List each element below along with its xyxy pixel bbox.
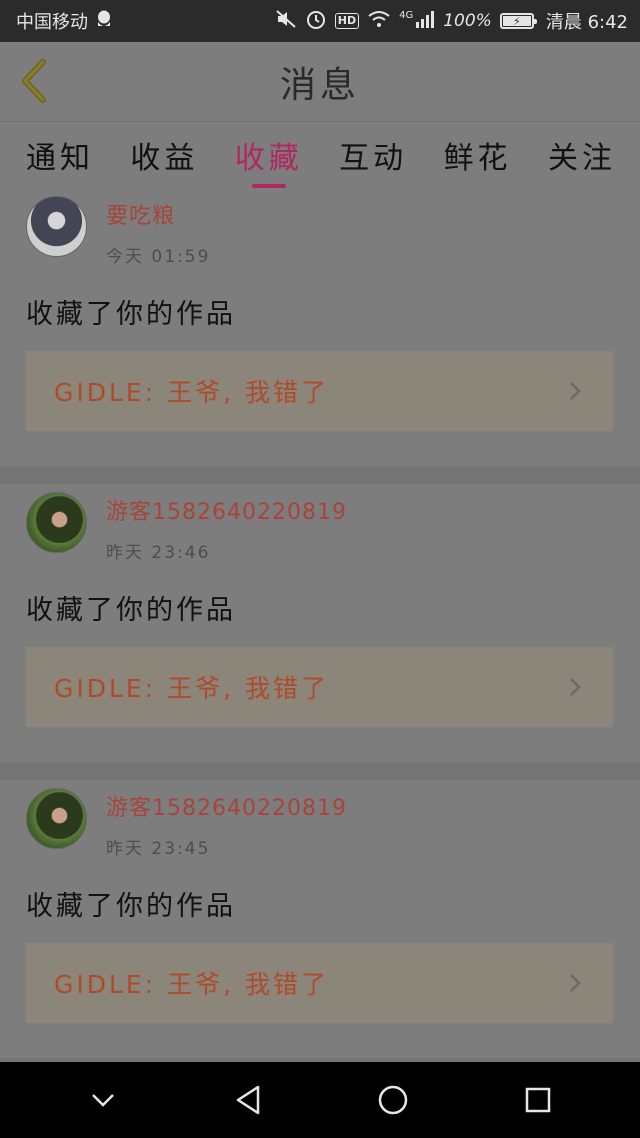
work-link[interactable]: GIDLE: 王爷, 我错了 [26, 647, 613, 727]
tab-favorites[interactable]: 收藏 [235, 122, 303, 188]
divider [0, 762, 640, 780]
username[interactable]: 要吃粮 [106, 198, 175, 230]
battery-percent: 100% [443, 11, 492, 31]
divider [0, 466, 640, 484]
status-bar: 中国移动 HD 4G 100% ⚡ 清晨 6:42 [0, 0, 640, 42]
avatar[interactable] [26, 196, 87, 257]
action-text: 收藏了你的作品 [26, 595, 236, 626]
home-circle-icon [378, 1085, 407, 1115]
timestamp: 昨天 23:46 [106, 543, 211, 563]
nav-recents-button[interactable] [508, 1070, 568, 1130]
wifi-icon [367, 10, 391, 33]
work-title: GIDLE: 王爷, 我错了 [54, 970, 329, 999]
chevron-down-icon [91, 1094, 114, 1107]
battery-icon: ⚡ [499, 13, 537, 29]
chevron-right-icon [565, 381, 585, 401]
back-button[interactable] [14, 56, 54, 106]
chevron-left-icon [22, 59, 46, 103]
back-triangle-icon [236, 1085, 259, 1115]
tab-interactions[interactable]: 互动 [339, 122, 407, 188]
username[interactable]: 游客1582640220819 [106, 494, 347, 526]
tab-earnings[interactable]: 收益 [130, 122, 198, 188]
tab-notifications[interactable]: 通知 [26, 122, 94, 188]
system-nav-bar [0, 1062, 640, 1138]
hd-icon: HD [334, 13, 360, 29]
nav-back-button[interactable] [218, 1070, 278, 1130]
action-text: 收藏了你的作品 [26, 299, 236, 330]
action-text: 收藏了你的作品 [26, 891, 236, 922]
status-right: HD 4G 100% ⚡ 清晨 6:42 [275, 8, 628, 35]
signal-icon [415, 10, 435, 33]
message-list: 要吃粮 今天 01:59 收藏了你的作品 GIDLE: 王爷, 我错了 游客15… [0, 188, 640, 1076]
nav-collapse-button[interactable] [73, 1070, 133, 1130]
work-title: GIDLE: 王爷, 我错了 [54, 674, 329, 703]
tab-follows[interactable]: 关注 [548, 122, 616, 188]
status-left: 中国移动 [16, 8, 112, 34]
list-item: 游客1582640220819 昨天 23:46 收藏了你的作品 GIDLE: … [0, 484, 640, 762]
carrier-label: 中国移动 [16, 12, 88, 33]
qq-icon [96, 10, 112, 32]
mute-icon [275, 9, 297, 34]
nav-home-button[interactable] [363, 1070, 423, 1130]
tab-flowers[interactable]: 鲜花 [444, 122, 512, 188]
page-title: 消息 [279, 64, 360, 106]
recents-square-icon [525, 1087, 550, 1113]
timestamp: 今天 01:59 [106, 247, 211, 267]
work-title: GIDLE: 王爷, 我错了 [54, 378, 329, 407]
clock: 清晨 6:42 [545, 12, 628, 33]
alarm-icon [305, 8, 327, 35]
header: 消息 [0, 42, 640, 122]
avatar[interactable] [26, 788, 87, 849]
timestamp: 昨天 23:45 [106, 839, 211, 859]
tab-bar: 通知 收益 收藏 互动 鲜花 关注 [0, 122, 640, 188]
list-item: 要吃粮 今天 01:59 收藏了你的作品 GIDLE: 王爷, 我错了 [0, 188, 640, 466]
username[interactable]: 游客1582640220819 [106, 790, 347, 822]
network-type-label: 4G [399, 9, 414, 21]
work-link[interactable]: GIDLE: 王爷, 我错了 [26, 351, 613, 431]
chevron-right-icon [565, 973, 585, 993]
work-link[interactable]: GIDLE: 王爷, 我错了 [26, 943, 613, 1023]
list-item: 游客1582640220819 昨天 23:45 收藏了你的作品 GIDLE: … [0, 780, 640, 1058]
avatar[interactable] [26, 492, 87, 553]
chevron-right-icon [565, 677, 585, 697]
